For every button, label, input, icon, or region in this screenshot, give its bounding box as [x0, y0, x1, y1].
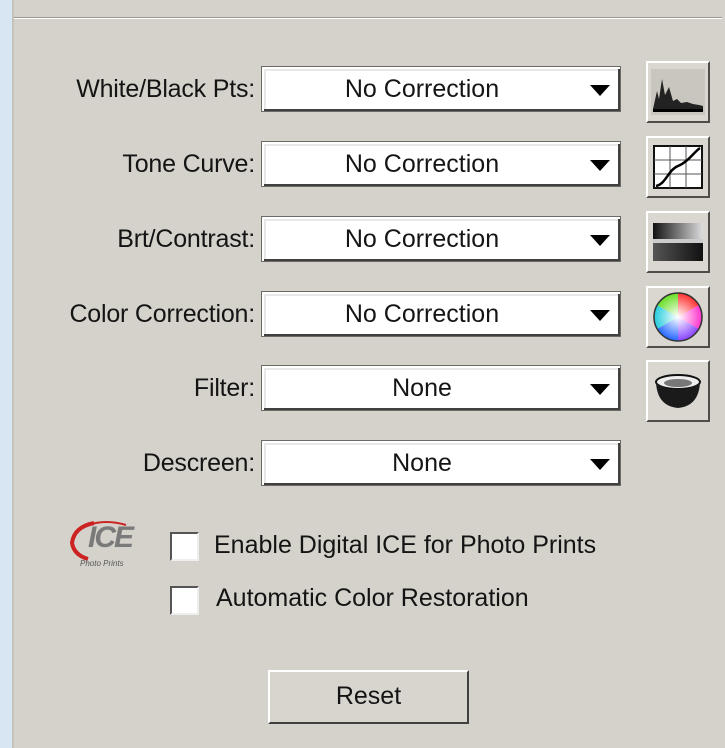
- digital-ice-logo: ICE Photo Prints: [66, 517, 158, 573]
- color-correction-label: Color Correction:: [69, 300, 255, 328]
- color-correction-dropdown[interactable]: No Correction: [261, 291, 621, 337]
- auto-color-restoration-checkbox[interactable]: [170, 586, 199, 615]
- row-tone-curve: Tone Curve: No Correction: [0, 136, 725, 198]
- enable-digital-ice-checkbox[interactable]: [170, 532, 199, 561]
- filter-bowl-icon: [655, 374, 701, 408]
- dropdown-value: No Correction: [344, 150, 500, 178]
- brt-contrast-dropdown[interactable]: No Correction: [261, 216, 621, 262]
- row-brt-contrast: Brt/Contrast: No Correction: [0, 211, 725, 273]
- histogram-button[interactable]: [646, 61, 710, 123]
- brightness-contrast-button[interactable]: [646, 211, 710, 273]
- chevron-down-icon: [590, 310, 610, 321]
- chevron-down-icon: [590, 459, 610, 470]
- ice-logo-subtext: Photo Prints: [80, 559, 124, 568]
- dropdown-value: No Correction: [344, 300, 500, 328]
- filter-label: Filter:: [193, 374, 255, 402]
- histogram-icon: [651, 69, 705, 115]
- enable-digital-ice-label: Enable Digital ICE for Photo Prints: [214, 531, 597, 559]
- divider: [14, 17, 722, 19]
- tone-curve-button[interactable]: [646, 136, 710, 198]
- dropdown-value: None: [392, 449, 452, 477]
- dropdown-value: No Correction: [344, 225, 500, 253]
- white-black-pts-dropdown[interactable]: No Correction: [261, 66, 621, 112]
- white-black-pts-label: White/Black Pts:: [76, 75, 255, 103]
- chevron-down-icon: [590, 85, 610, 96]
- color-wheel-icon: [653, 292, 703, 342]
- chevron-down-icon: [590, 235, 610, 246]
- color-correction-button[interactable]: [646, 286, 710, 348]
- chevron-down-icon: [590, 160, 610, 171]
- row-descreen: Descreen: None: [0, 440, 725, 491]
- row-color-correction: Color Correction: No Correction: [0, 286, 725, 348]
- row-filter: Filter: None: [0, 360, 725, 422]
- ice-logo-text: ICE: [88, 521, 134, 554]
- row-white-black-pts: White/Black Pts: No Correction: [0, 61, 725, 123]
- brightness-contrast-icon: [653, 223, 703, 261]
- brt-contrast-label: Brt/Contrast:: [117, 225, 255, 253]
- reset-button[interactable]: Reset: [268, 670, 469, 724]
- descreen-dropdown[interactable]: None: [261, 440, 621, 486]
- auto-color-restoration-label: Automatic Color Restoration: [216, 584, 529, 612]
- tone-curve-icon: [653, 145, 703, 189]
- tone-curve-label: Tone Curve:: [122, 150, 255, 178]
- tone-curve-dropdown[interactable]: No Correction: [261, 141, 621, 187]
- dropdown-value: No Correction: [344, 75, 500, 103]
- chevron-down-icon: [590, 384, 610, 395]
- filter-dropdown[interactable]: None: [261, 365, 621, 411]
- descreen-label: Descreen:: [142, 449, 255, 477]
- dropdown-value: None: [392, 374, 452, 402]
- filter-button[interactable]: [646, 360, 710, 422]
